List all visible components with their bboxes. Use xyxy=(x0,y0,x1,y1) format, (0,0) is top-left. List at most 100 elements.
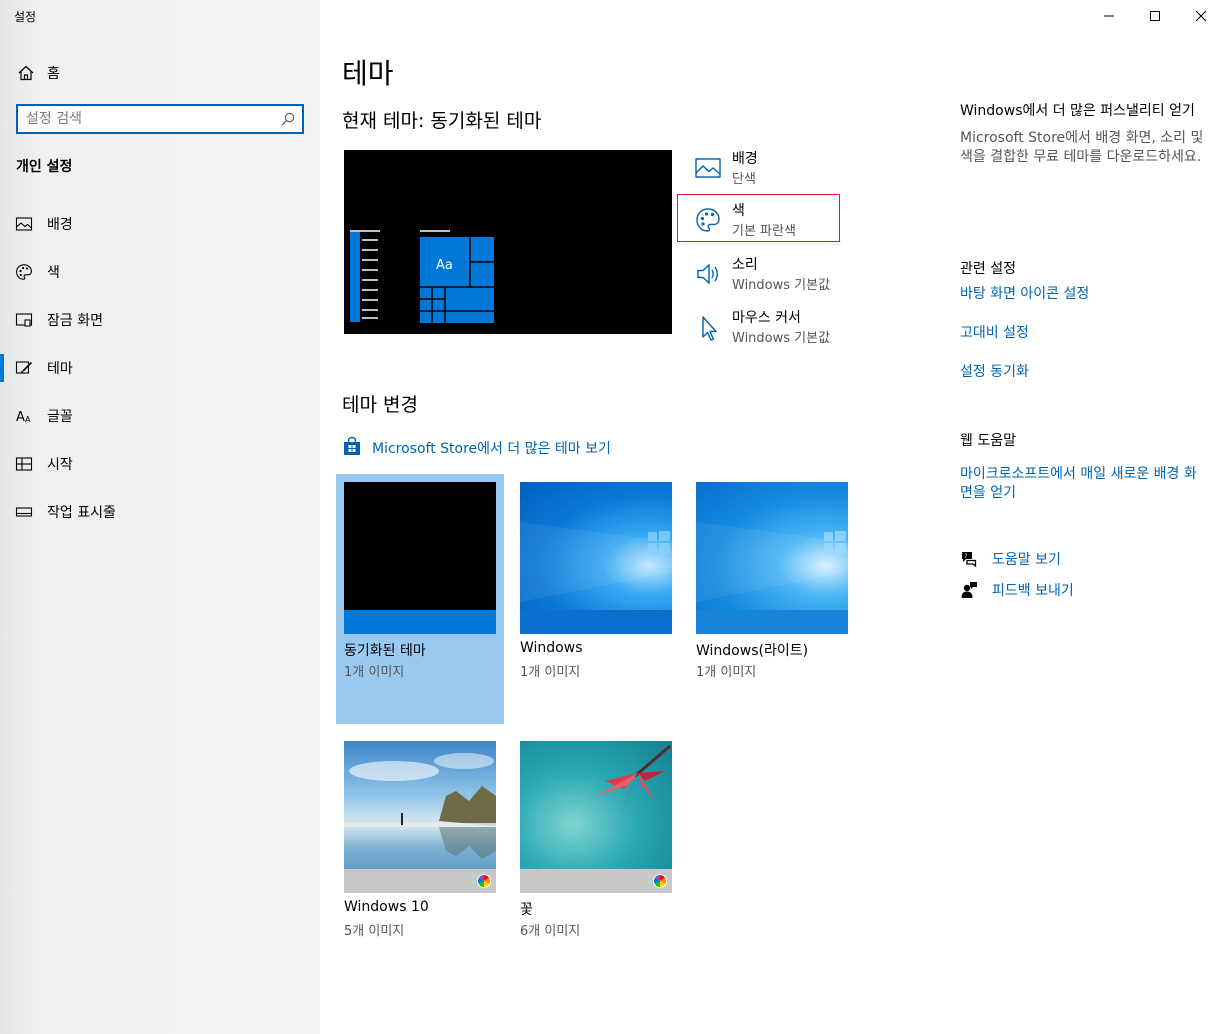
get-help-link[interactable]: 도움말 보기 xyxy=(992,551,1061,570)
help-chat-icon: ? xyxy=(962,552,977,568)
search-box[interactable] xyxy=(16,104,304,134)
theme-name: Windows(라이트) xyxy=(696,643,809,659)
theme-card-flowers[interactable]: 꽃 6개 이미지 xyxy=(512,733,680,983)
svg-text:A: A xyxy=(16,410,25,425)
svg-text:?: ? xyxy=(964,553,967,560)
theme-thumbnail xyxy=(344,741,496,893)
theme-name: 동기화된 테마 xyxy=(344,643,426,659)
theme-image-count: 1개 이미지 xyxy=(520,665,581,680)
theme-image-count: 1개 이미지 xyxy=(344,665,405,680)
sidebar-item-theme[interactable]: 테마 xyxy=(0,344,320,392)
theme-name: Windows 10 xyxy=(344,899,429,915)
sidebar-item-taskbar[interactable]: 작업 표시줄 xyxy=(0,488,320,536)
feedback-row[interactable]: 피드백 보내기 xyxy=(960,581,1204,603)
promo-title: Windows에서 더 많은 퍼스낼리티 얻기 xyxy=(960,103,1195,119)
property-title: 배경 xyxy=(732,151,758,167)
theme-card-windows-light[interactable]: Windows(라이트) 1개 이미지 xyxy=(688,474,856,724)
property-title: 마우스 커서 xyxy=(732,310,801,326)
sidebar-item-label: 테마 xyxy=(47,361,73,377)
minimize-button[interactable] xyxy=(1086,0,1132,32)
maximize-icon xyxy=(1150,11,1160,21)
sidebar-item-label: 시작 xyxy=(47,457,73,473)
sidebar-item-label: 잠금 화면 xyxy=(47,313,103,329)
property-subtitle: 단색 xyxy=(732,172,756,187)
preview-start-menu: Aa xyxy=(350,230,494,323)
nav-home[interactable]: 홈 xyxy=(0,56,320,90)
change-theme-title: 테마 변경 xyxy=(342,394,418,416)
property-sounds[interactable]: 소리 Windows 기본값 xyxy=(690,252,870,302)
sidebar-item-background[interactable]: 배경 xyxy=(0,200,320,248)
theme-thumbnail xyxy=(520,482,672,634)
property-title: 소리 xyxy=(732,257,758,273)
sidebar-item-label: 글꼴 xyxy=(47,409,73,425)
desktop-icon-settings-link[interactable]: 바탕 화면 아이콘 설정 xyxy=(960,285,1204,304)
high-contrast-settings-link[interactable]: 고대비 설정 xyxy=(960,324,1204,343)
property-mouse-cursor[interactable]: 마우스 커서 Windows 기본값 xyxy=(690,305,870,355)
palette-icon xyxy=(16,264,32,280)
store-bag-icon xyxy=(344,436,360,455)
search-input[interactable] xyxy=(26,110,276,128)
property-subtitle: 기본 파란색 xyxy=(732,224,796,239)
close-button[interactable] xyxy=(1178,0,1224,32)
theme-image-count: 6개 이미지 xyxy=(520,924,581,939)
current-theme-label: 현재 테마: 동기화된 테마 xyxy=(342,110,542,132)
start-icon xyxy=(15,457,33,471)
promo-section: Windows에서 더 많은 퍼스낼리티 얻기 Microsoft Store에… xyxy=(960,102,1204,167)
theme-name: 꽃 xyxy=(520,902,533,918)
promo-text: Microsoft Store에서 배경 화면, 소리 및 색을 결합한 무료 … xyxy=(960,130,1204,165)
picture-icon xyxy=(15,217,33,231)
theme-card-windows-10[interactable]: Windows 10 5개 이미지 xyxy=(336,733,504,983)
related-settings-title: 관련 설정 xyxy=(960,261,1016,277)
property-background[interactable]: 배경 단색 xyxy=(690,146,870,196)
get-help-row[interactable]: ? 도움말 보기 xyxy=(960,550,1204,572)
theme-card-windows[interactable]: Windows 1개 이미지 xyxy=(512,474,680,724)
sync-settings-link[interactable]: 설정 동기화 xyxy=(960,363,1204,382)
related-settings-section: 관련 설정 xyxy=(960,258,1204,278)
property-subtitle: Windows 기본값 xyxy=(732,331,831,346)
sidebar: 설정 홈 개인 설정 배경 색 xyxy=(0,0,320,1034)
theme-image-count: 1개 이미지 xyxy=(696,665,757,680)
sidebar-item-color[interactable]: 색 xyxy=(0,248,320,296)
speaker-icon xyxy=(697,263,718,285)
home-icon xyxy=(18,65,34,81)
svg-text:A: A xyxy=(25,415,31,424)
theme-name: Windows xyxy=(520,640,583,656)
theme-image-count: 5개 이미지 xyxy=(344,924,405,939)
section-title: 개인 설정 xyxy=(16,159,73,175)
taskbar-icon xyxy=(15,507,33,517)
web-help-title: 웹 도움말 xyxy=(960,433,1016,449)
theme-thumbnail xyxy=(696,482,848,634)
font-icon: A A xyxy=(16,410,31,425)
sidebar-nav: 배경 색 잠금 화면 테마 A A 글꼴 시작 작업 표시줄 xyxy=(0,200,320,536)
close-icon xyxy=(1195,10,1207,22)
page-title: 테마 xyxy=(342,57,394,90)
picture-icon xyxy=(695,158,721,178)
nav-home-label: 홈 xyxy=(47,66,60,82)
feedback-link[interactable]: 피드백 보내기 xyxy=(992,582,1074,601)
property-title: 색 xyxy=(732,203,745,219)
store-link-label: Microsoft Store에서 더 많은 테마 보기 xyxy=(372,441,611,457)
app-title: 설정 xyxy=(14,10,37,24)
sidebar-item-start[interactable]: 시작 xyxy=(0,440,320,488)
sidebar-item-label: 작업 표시줄 xyxy=(47,505,116,521)
sidebar-item-label: 배경 xyxy=(47,217,73,233)
preview-tile-label: Aa xyxy=(436,258,453,273)
sidebar-item-fonts[interactable]: A A 글꼴 xyxy=(0,392,320,440)
theme-thumbnail xyxy=(520,741,672,893)
lock-screen-icon xyxy=(15,313,33,327)
minimize-icon xyxy=(1104,15,1114,17)
palette-icon xyxy=(696,208,720,232)
theme-brush-icon xyxy=(15,361,33,374)
property-subtitle: Windows 기본값 xyxy=(732,278,831,293)
cursor-icon xyxy=(702,316,717,341)
property-color[interactable]: 색 기본 파란색 xyxy=(690,198,870,248)
theme-card-synced[interactable]: 동기화된 테마 1개 이미지 xyxy=(336,474,504,724)
daily-wallpaper-link[interactable]: 마이크로소프트에서 매일 새로운 배경 화면을 얻기 xyxy=(960,465,1204,503)
feedback-person-icon xyxy=(961,582,977,598)
theme-preview: Aa xyxy=(344,150,672,334)
maximize-button[interactable] xyxy=(1132,0,1178,32)
sidebar-item-lock-screen[interactable]: 잠금 화면 xyxy=(0,296,320,344)
sidebar-item-label: 색 xyxy=(47,265,60,281)
theme-thumbnail xyxy=(344,482,496,634)
search-icon[interactable] xyxy=(280,111,296,127)
